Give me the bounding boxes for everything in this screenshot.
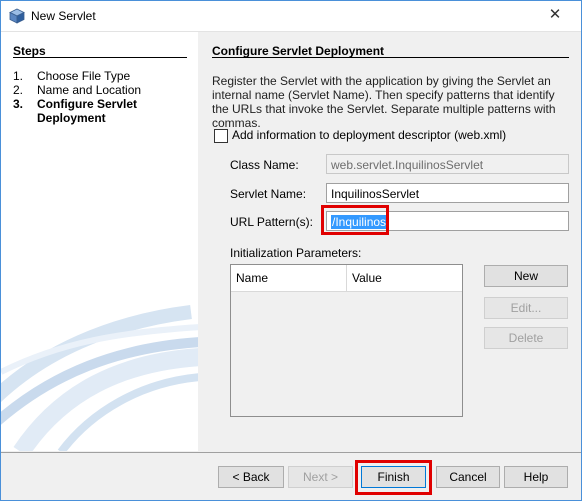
- title-bar: New Servlet ✕: [0, 0, 582, 31]
- step-label: Name and Location: [37, 83, 142, 97]
- window-title: New Servlet: [31, 9, 96, 23]
- deployment-descriptor-label[interactable]: Add information to deployment descriptor…: [232, 128, 506, 142]
- column-header-name[interactable]: Name: [231, 265, 347, 291]
- column-header-value[interactable]: Value: [347, 265, 462, 291]
- step-number: 1.: [13, 69, 24, 83]
- wizard-swirl-graphic: [1, 305, 198, 451]
- edit-param-button[interactable]: Edit...: [484, 297, 568, 319]
- page-title: Configure Servlet Deployment: [212, 44, 385, 58]
- step-number: 2.: [13, 83, 24, 97]
- new-param-button[interactable]: New: [484, 265, 568, 287]
- step-label: Choose File Type: [37, 69, 131, 83]
- finish-highlight: [355, 460, 432, 495]
- init-params-table[interactable]: Name Value: [230, 264, 463, 417]
- deployment-descriptor-checkbox[interactable]: [214, 129, 228, 143]
- steps-title: Steps: [13, 44, 46, 58]
- delete-param-button[interactable]: Delete: [484, 327, 568, 349]
- servlet-name-label: Servlet Name:: [230, 187, 307, 201]
- class-name-label: Class Name:: [230, 158, 299, 172]
- class-name-field: web.servlet.InquilinosServlet: [326, 154, 569, 174]
- back-button[interactable]: < Back: [218, 466, 284, 488]
- step-number: 3.: [13, 97, 24, 111]
- steps-divider: [13, 57, 187, 58]
- url-pattern-label: URL Pattern(s):: [230, 215, 313, 229]
- description-text: Register the Servlet with the applicatio…: [212, 74, 556, 130]
- table-header: Name Value: [231, 265, 462, 292]
- step-label: Configure Servlet Deployment: [37, 97, 138, 125]
- netbeans-cube-icon: [9, 8, 25, 24]
- servlet-name-field[interactable]: InquilinosServlet: [326, 183, 569, 203]
- help-button[interactable]: Help: [504, 466, 568, 488]
- next-button[interactable]: Next >: [288, 466, 353, 488]
- title-divider: [212, 57, 569, 58]
- url-pattern-highlight: [321, 205, 389, 235]
- init-params-label: Initialization Parameters:: [230, 246, 362, 260]
- close-icon[interactable]: ✕: [540, 4, 570, 28]
- cancel-button[interactable]: Cancel: [436, 466, 500, 488]
